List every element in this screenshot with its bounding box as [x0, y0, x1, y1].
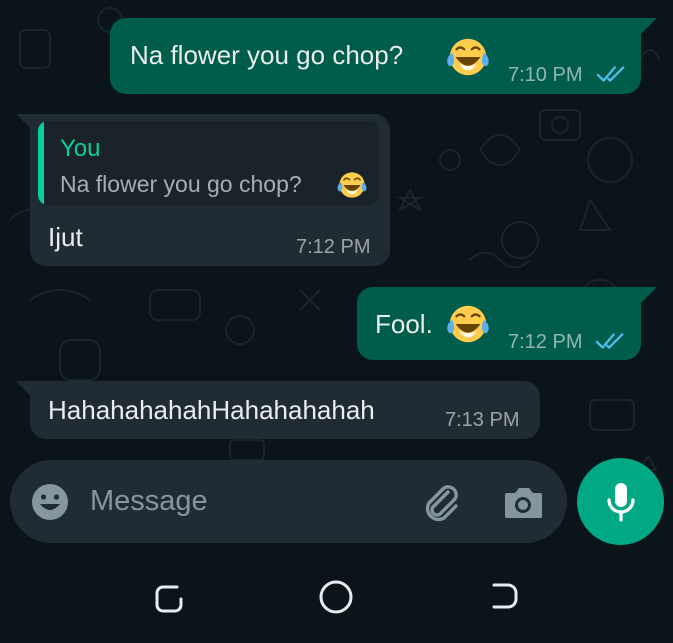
read-ticks-icon [596, 64, 628, 84]
read-ticks-icon [595, 331, 627, 351]
message-bubble-incoming[interactable]: HahahahahahHahahahahah 7:13 PM [30, 381, 540, 439]
quote-text: Na flower you go chop? [60, 171, 302, 197]
voice-record-button[interactable] [577, 458, 664, 545]
camera-icon[interactable] [502, 482, 544, 522]
recents-icon[interactable] [147, 575, 191, 619]
attach-icon[interactable] [418, 480, 464, 526]
system-navigation-bar [0, 555, 673, 643]
quoted-message[interactable]: You Na flower you go chop? [38, 121, 379, 205]
message-time: 7:13 PM [445, 409, 520, 431]
bubble-tail [641, 18, 657, 34]
quote-accent-bar [38, 121, 44, 205]
face-with-tears-of-joy-icon [445, 301, 491, 347]
message-bubble-outgoing[interactable]: Fool. 7:12 PM [357, 287, 641, 360]
bubble-tail [641, 287, 657, 303]
message-text: HahahahahahHahahahahah [48, 395, 375, 425]
message-bubble-outgoing[interactable]: Na flower you go chop? 7:10 PM [110, 18, 641, 94]
face-with-tears-of-joy-icon [445, 34, 491, 80]
mic-icon [607, 483, 635, 522]
face-with-tears-of-joy-icon [336, 169, 368, 201]
message-input[interactable]: Message [90, 485, 208, 518]
message-time: 7:12 PM [508, 331, 583, 353]
message-composer[interactable]: Message [10, 460, 567, 543]
message-time: 7:12 PM [296, 236, 371, 258]
message-time: 7:10 PM [508, 64, 583, 86]
home-icon[interactable] [314, 575, 358, 619]
message-text: Ijut [48, 222, 83, 252]
message-text: Na flower you go chop? [130, 40, 404, 70]
quote-author: You [60, 135, 101, 162]
message-text: Fool. [375, 309, 433, 339]
back-icon[interactable] [482, 575, 526, 619]
emoji-icon[interactable] [30, 482, 70, 522]
